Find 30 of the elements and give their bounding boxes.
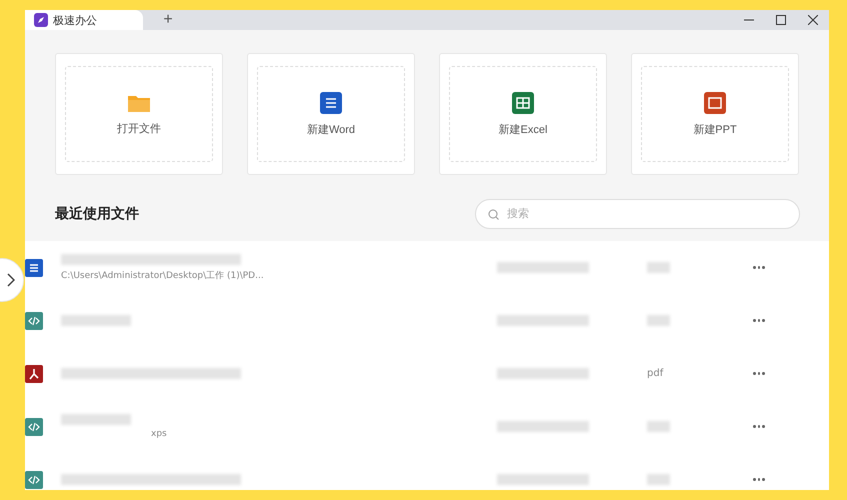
spreadsheet-icon: [512, 92, 534, 114]
file-row[interactable]: pdf: [25, 347, 829, 400]
file-row[interactable]: xps: [25, 400, 829, 453]
blurred-text: [61, 315, 131, 326]
file-type: pdf: [647, 368, 664, 379]
file-path: xps: [150, 429, 168, 439]
rocket-icon: [34, 13, 48, 27]
action-card[interactable]: 新建PPT: [631, 53, 799, 175]
app-tab[interactable]: 极速办公: [25, 10, 143, 30]
search-icon: [488, 208, 499, 220]
file-path: C:\Users\Administrator\Desktop\工作 (1)\PD...: [61, 270, 265, 282]
blurred-text: [647, 262, 670, 273]
action-card[interactable]: 新建Word: [247, 53, 415, 175]
search-field[interactable]: 搜索: [475, 199, 800, 229]
new-tab-button[interactable]: +: [143, 10, 193, 30]
maximize-icon: [776, 15, 786, 25]
file-row[interactable]: C:\Users\Administrator\Desktop\工作 (1)\PD...: [25, 241, 829, 294]
action-card[interactable]: 新建Excel: [439, 53, 607, 175]
action-card[interactable]: 打开文件: [55, 53, 223, 175]
tab-title: 极速办公: [53, 12, 97, 28]
chevron-right-icon: [7, 273, 15, 287]
blurred-text: [647, 315, 670, 326]
blurred-text: [647, 474, 670, 485]
section-title: 最近使用文件: [55, 205, 139, 223]
document-icon: [320, 92, 342, 114]
presentation-icon: [704, 92, 726, 114]
blurred-text: [61, 414, 131, 425]
close-icon: [808, 15, 818, 25]
blurred-text: [647, 421, 670, 432]
search-input[interactable]: 搜索: [505, 207, 651, 221]
